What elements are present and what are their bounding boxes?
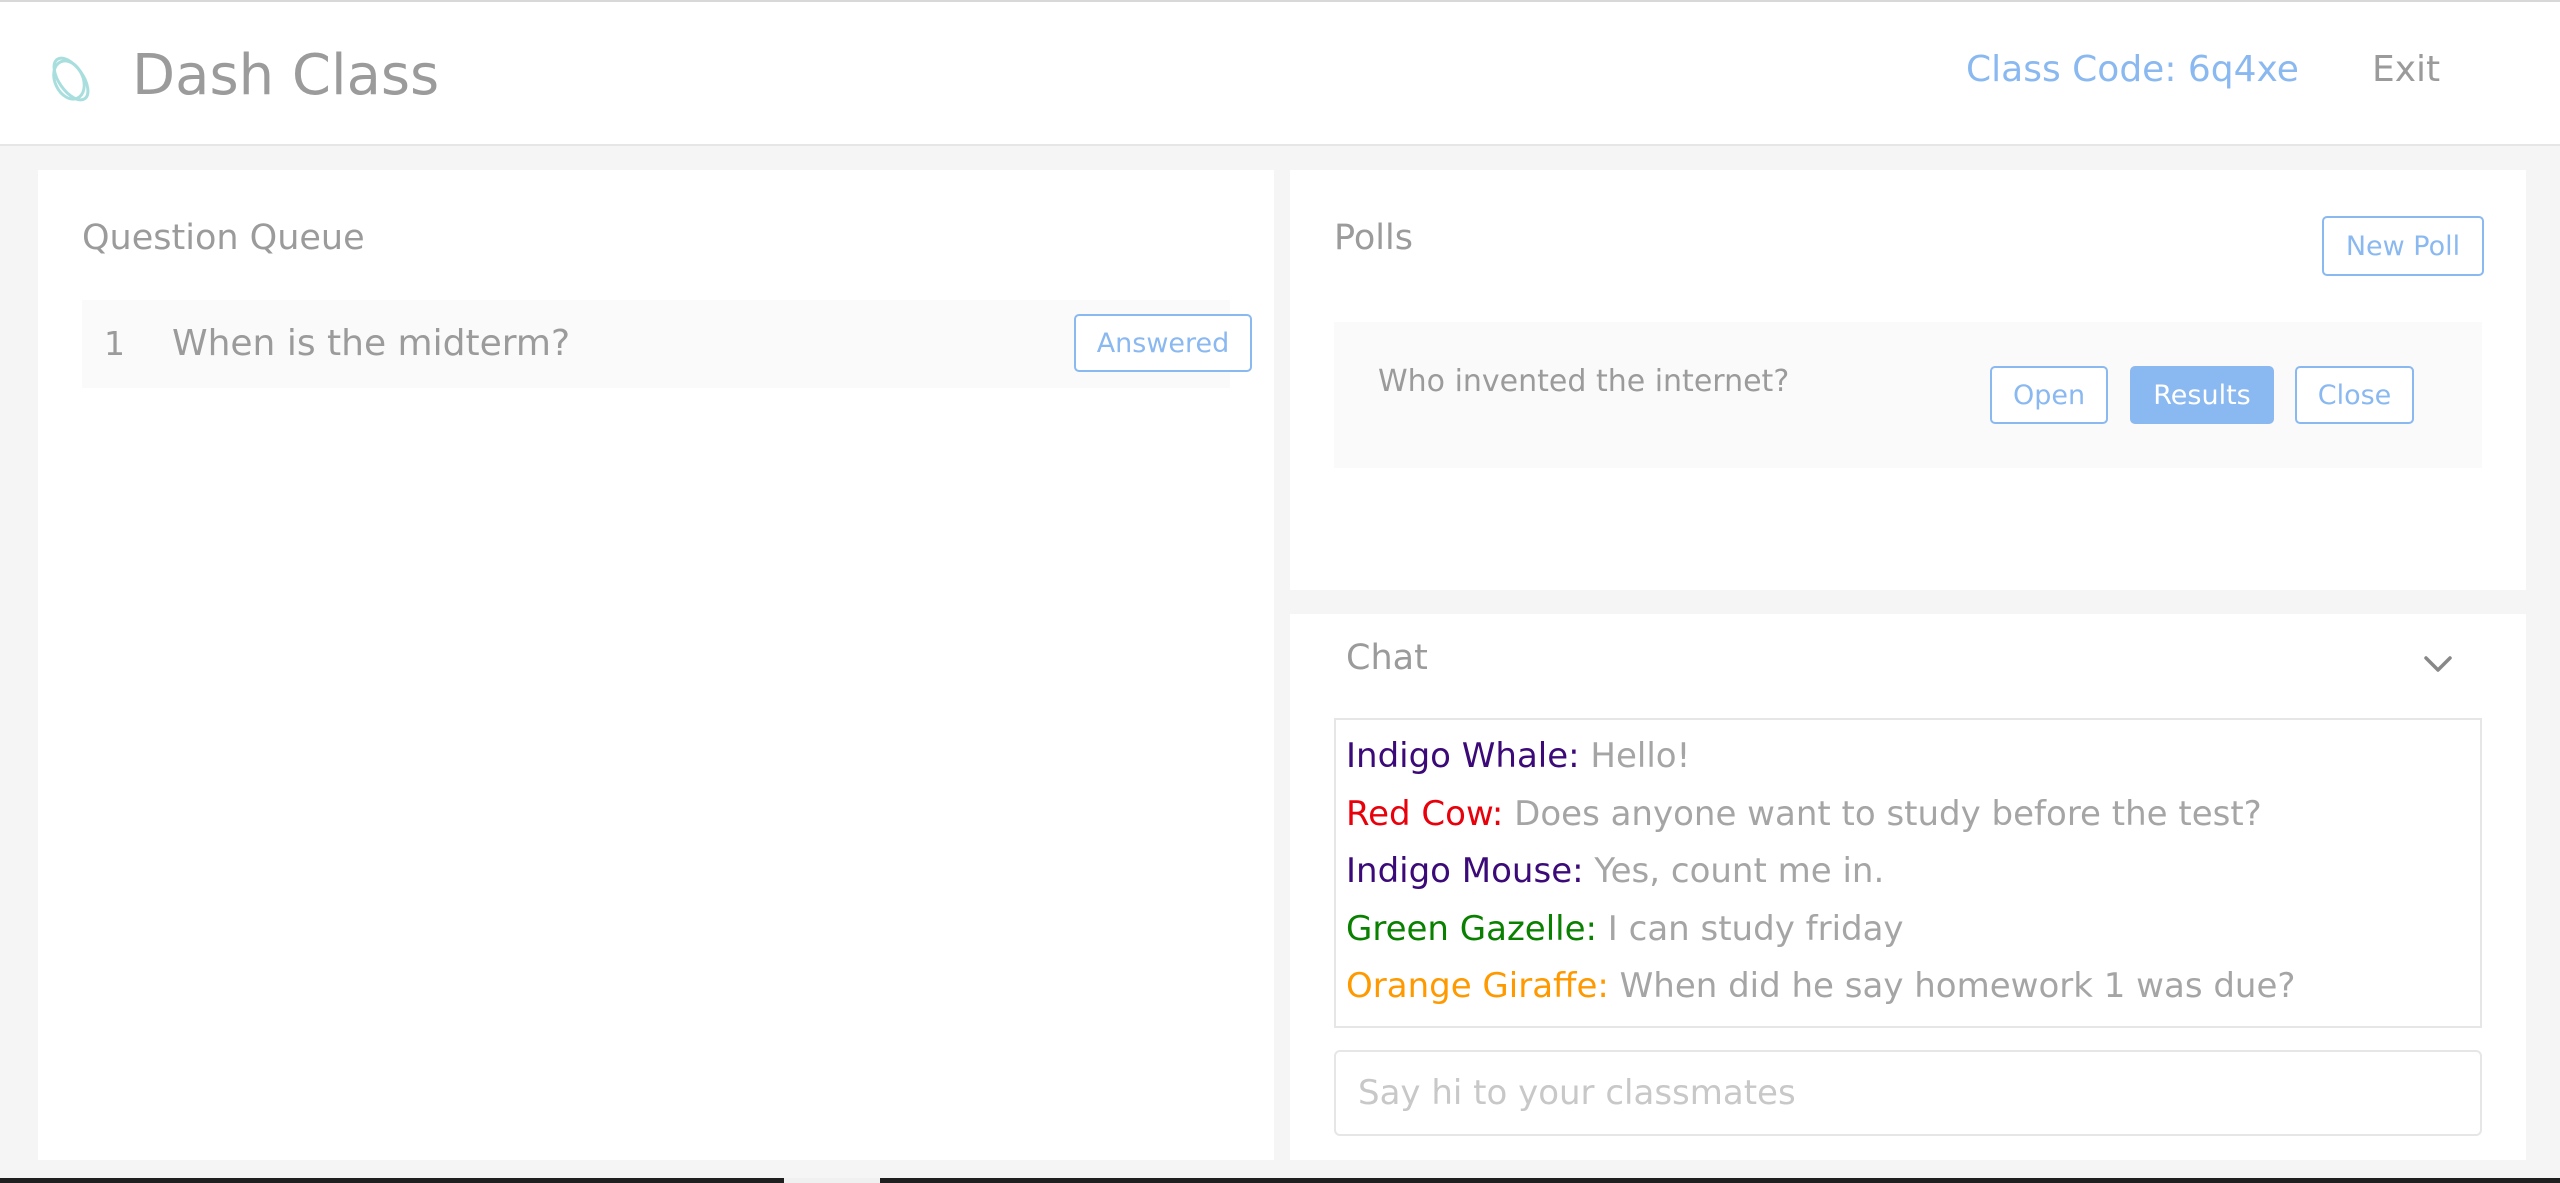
chat-message-text: When did he say homework 1 was due?: [1608, 966, 2296, 1006]
chat-log[interactable]: Indigo Whale: Hello! Red Cow: Does anyone…: [1334, 718, 2482, 1028]
chat-sender: Indigo Mouse:: [1346, 851, 1584, 891]
question-queue-panel: Question Queue 1 When is the midterm? An…: [38, 170, 1274, 1160]
question-item: 1 When is the midterm? Answered: [82, 300, 1252, 388]
window-bottom-edge: [0, 1178, 2560, 1183]
chat-message: Green Gazelle: I can study friday: [1346, 901, 2470, 959]
poll-open-button[interactable]: Open: [1990, 366, 2108, 424]
chat-message-text: Yes, count me in.: [1583, 851, 1885, 891]
chat-message: Indigo Mouse: Yes, count me in.: [1346, 843, 2470, 901]
chat-message: Red Cow: Does anyone want to study befor…: [1346, 786, 2470, 844]
answered-button[interactable]: Answered: [1074, 314, 1252, 372]
window-bottom-edge-gap: [784, 1178, 880, 1183]
poll-item: Who invented the internet? Open Results …: [1334, 322, 2482, 468]
question-number: 1: [104, 324, 125, 363]
chat-panel: Chat Indigo Whale: Hello! Red Cow: Does a…: [1290, 614, 2526, 1160]
new-poll-button[interactable]: New Poll: [2322, 216, 2484, 276]
app-title: Dash Class: [132, 43, 440, 108]
chevron-down-icon[interactable]: [2416, 642, 2460, 686]
chat-sender: Red Cow:: [1346, 793, 1504, 834]
top-bar: Dash Class Class Code: 6q4xe Exit: [0, 0, 2560, 146]
chat-message-text: I can study friday: [1596, 908, 1904, 949]
poll-results-button[interactable]: Results: [2130, 366, 2274, 424]
chat-message-text: Does anyone want to study before the tes…: [1503, 793, 2262, 834]
chat-message: Orange Giraffe: When did he say homework…: [1346, 958, 2470, 1016]
polls-heading: Polls: [1334, 218, 1413, 258]
chat-message: Indigo Whale: Hello!: [1346, 728, 2470, 786]
poll-close-button[interactable]: Close: [2295, 366, 2414, 424]
class-code: Class Code: 6q4xe: [1966, 49, 2299, 90]
chat-heading: Chat: [1346, 638, 1428, 678]
orbit-logo-icon: [52, 56, 90, 102]
chat-message-text: Hello!: [1579, 736, 1691, 776]
chat-sender: Orange Giraffe:: [1346, 966, 1609, 1006]
polls-panel: Polls New Poll Who invented the internet…: [1290, 170, 2526, 590]
chat-sender: Green Gazelle:: [1346, 908, 1597, 949]
poll-question: Who invented the internet?: [1378, 364, 1790, 399]
chat-input[interactable]: [1334, 1050, 2482, 1136]
question-queue-heading: Question Queue: [82, 218, 365, 258]
exit-link[interactable]: Exit: [2372, 46, 2440, 94]
chat-sender: Indigo Whale:: [1346, 736, 1580, 776]
question-text: When is the midterm?: [172, 323, 571, 364]
